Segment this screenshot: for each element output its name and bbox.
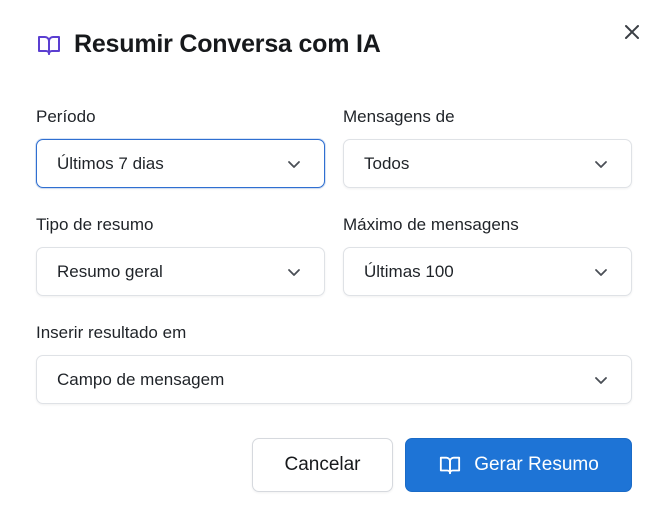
inserir-resultado-label: Inserir resultado em: [36, 323, 187, 342]
tipo-resumo-select[interactable]: Resumo geral: [36, 247, 325, 296]
chevron-down-icon: [593, 156, 609, 172]
inserir-resultado-field: Inserir resultado em Campo de mensagem: [36, 322, 632, 404]
periodo-value: Últimos 7 dias: [57, 153, 164, 173]
generate-summary-button[interactable]: Gerar Resumo: [405, 438, 632, 492]
chevron-down-icon: [593, 372, 609, 388]
dialog-header: Resumir Conversa com IA: [36, 30, 381, 59]
maximo-mensagens-label: Máximo de mensagens: [343, 215, 519, 234]
inserir-resultado-select[interactable]: Campo de mensagem: [36, 355, 632, 404]
mensagens-de-value: Todos: [364, 153, 410, 173]
maximo-mensagens-select[interactable]: Últimas 100: [343, 247, 632, 296]
mensagens-de-field: Mensagens de Todos: [343, 106, 632, 188]
mensagens-de-select[interactable]: Todos: [343, 139, 632, 188]
inserir-resultado-value: Campo de mensagem: [57, 369, 225, 389]
close-icon[interactable]: [623, 23, 641, 46]
book-open-icon: [438, 453, 462, 477]
maximo-mensagens-field: Máximo de mensagens Últimas 100: [343, 214, 632, 296]
dialog-title: Resumir Conversa com IA: [74, 30, 381, 58]
chevron-down-icon: [593, 264, 609, 280]
close-button[interactable]: [618, 20, 646, 48]
tipo-resumo-field: Tipo de resumo Resumo geral: [36, 214, 325, 296]
tipo-resumo-label: Tipo de resumo: [36, 215, 154, 234]
cancel-button-label: Cancelar: [284, 454, 361, 475]
tipo-resumo-value: Resumo geral: [57, 261, 163, 281]
mensagens-de-label: Mensagens de: [343, 107, 455, 126]
chevron-down-icon: [286, 264, 302, 280]
maximo-mensagens-value: Últimas 100: [364, 261, 454, 281]
cancel-button[interactable]: Cancelar: [252, 438, 393, 492]
generate-summary-label: Gerar Resumo: [474, 454, 599, 475]
summarize-dialog: Resumir Conversa com IA Período Últimos …: [0, 0, 664, 524]
periodo-label: Período: [36, 107, 96, 126]
periodo-select[interactable]: Últimos 7 dias: [36, 139, 325, 188]
chevron-down-icon: [286, 156, 302, 172]
book-open-icon: [36, 32, 62, 58]
periodo-field: Período Últimos 7 dias: [36, 106, 325, 188]
